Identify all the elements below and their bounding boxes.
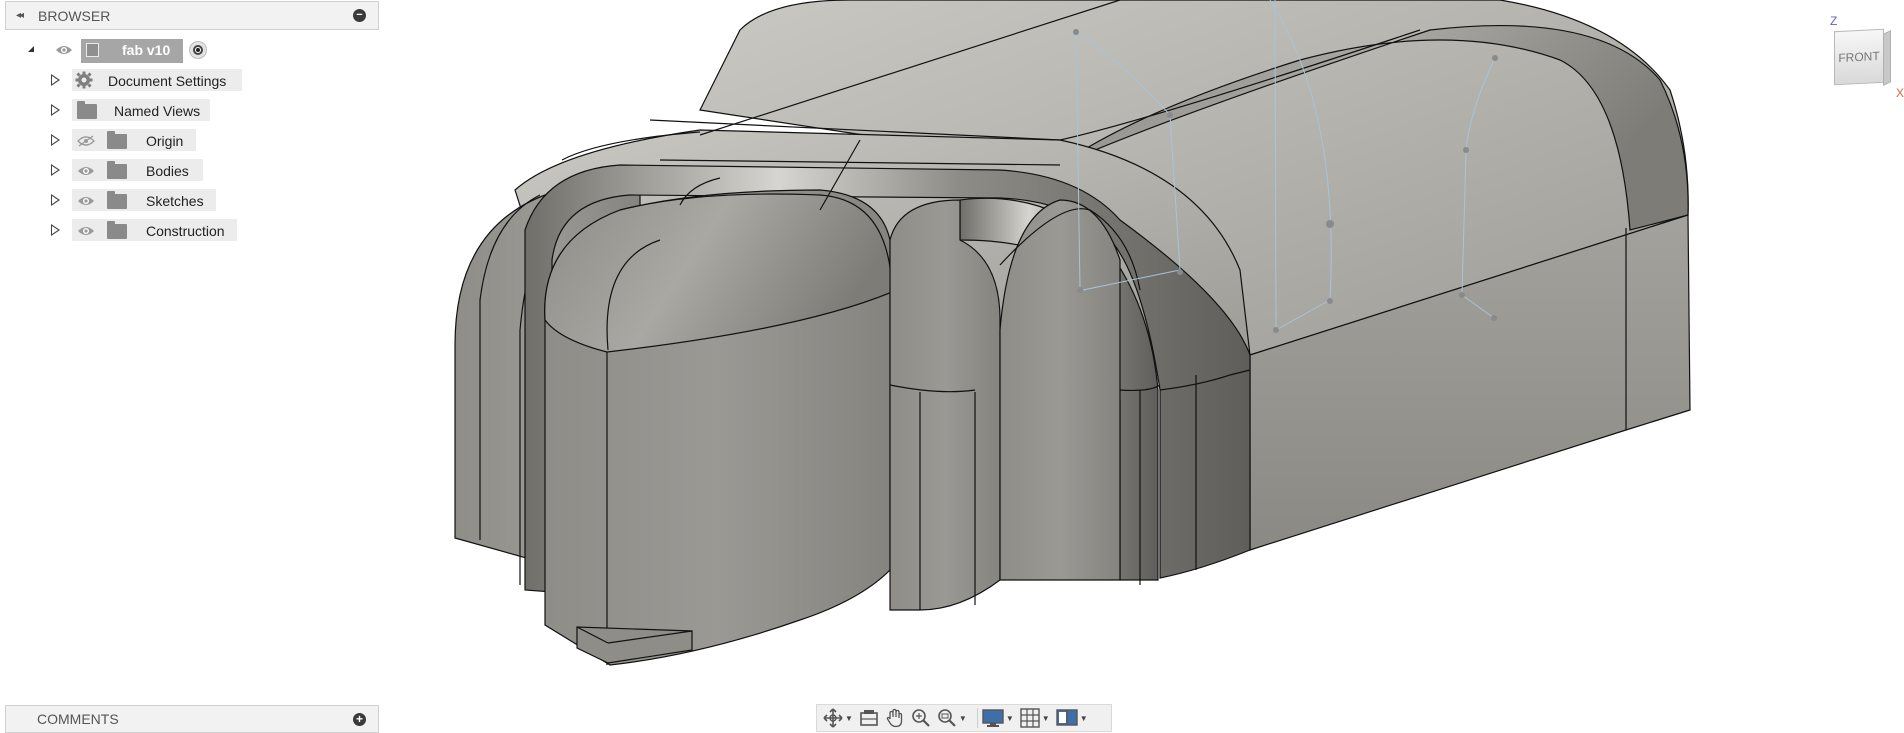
zoom-window-button[interactable]: ▼ (937, 707, 967, 729)
folder-icon (107, 131, 127, 149)
look-at-button[interactable] (859, 707, 879, 729)
expand-root-icon[interactable] (28, 46, 34, 52)
gear-icon (75, 71, 93, 89)
hand-icon (886, 708, 903, 728)
3d-viewport[interactable] (0, 0, 1904, 731)
grid-icon (1020, 708, 1040, 728)
display-settings-button[interactable]: ▼ (982, 707, 1014, 729)
chevron-down-icon[interactable]: ▼ (1042, 714, 1050, 723)
axis-z-label: Z (1830, 14, 1838, 28)
sketches-label: Sketches (146, 193, 204, 209)
zoom-button[interactable] (911, 707, 931, 729)
expand-sketches-icon[interactable] (51, 194, 60, 206)
folder-icon (77, 101, 97, 119)
model-body[interactable] (0, 0, 1904, 731)
view-cube-front-face[interactable]: FRONT (1834, 28, 1884, 86)
look-at-icon (860, 710, 878, 726)
expand-bodies-icon[interactable] (51, 164, 60, 176)
comments-panel: COMMENTS + (5, 705, 379, 733)
named-views-label: Named Views (114, 103, 201, 119)
viewports-button[interactable]: ▼ (1055, 707, 1088, 729)
eye-icon[interactable] (55, 44, 73, 56)
browser-panel-header: ◂◂ BROWSER − (5, 1, 379, 30)
document-settings-label: Document Settings (108, 73, 227, 89)
chevron-down-icon[interactable]: ▼ (1006, 714, 1014, 723)
grid-settings-button[interactable]: ▼ (1020, 707, 1050, 729)
collapse-panel-icon[interactable]: ◂◂ (8, 2, 30, 29)
eye-icon[interactable] (77, 225, 95, 237)
eye-icon[interactable] (77, 165, 95, 177)
expand-construction-icon[interactable] (51, 224, 60, 236)
orbit-button[interactable]: ▼ (823, 707, 853, 729)
zoom-icon (912, 709, 930, 727)
view-cube-side-face[interactable] (1883, 30, 1891, 86)
expand-document-settings-icon[interactable] (51, 74, 60, 86)
expand-origin-icon[interactable] (51, 134, 60, 146)
display-icon (982, 709, 1004, 727)
chevron-down-icon[interactable]: ▼ (959, 714, 967, 723)
activate-component-icon[interactable] (189, 41, 207, 59)
bodies-label: Bodies (146, 163, 189, 179)
expand-named-views-icon[interactable] (51, 104, 60, 116)
view-cube[interactable]: Z FRONT X (1820, 12, 1904, 102)
origin-label: Origin (146, 133, 184, 149)
toolbar-divider (976, 708, 978, 728)
pan-button[interactable] (885, 707, 905, 729)
component-icon (86, 43, 99, 57)
minimize-browser-button[interactable]: − (353, 9, 366, 22)
folder-icon (107, 191, 127, 209)
browser-title: BROWSER (38, 7, 111, 24)
construction-label: Construction (146, 223, 225, 239)
add-comment-button[interactable]: + (353, 712, 366, 726)
navigation-toolbar: ▼ ▼ ▼ ▼ ▼ (816, 704, 1112, 732)
folder-icon (107, 221, 127, 239)
comments-title: COMMENTS (37, 711, 119, 727)
root-component-label: fab v10 (122, 42, 171, 58)
orbit-icon (823, 708, 843, 728)
zoom-window-icon (938, 709, 956, 727)
chevron-down-icon[interactable]: ▼ (1080, 714, 1088, 723)
chevron-down-icon[interactable]: ▼ (845, 714, 853, 723)
axis-x-label: X (1896, 86, 1904, 100)
hidden-eye-icon[interactable] (77, 135, 95, 147)
viewports-icon (1055, 709, 1078, 726)
eye-icon[interactable] (77, 195, 95, 207)
folder-icon (107, 161, 127, 179)
